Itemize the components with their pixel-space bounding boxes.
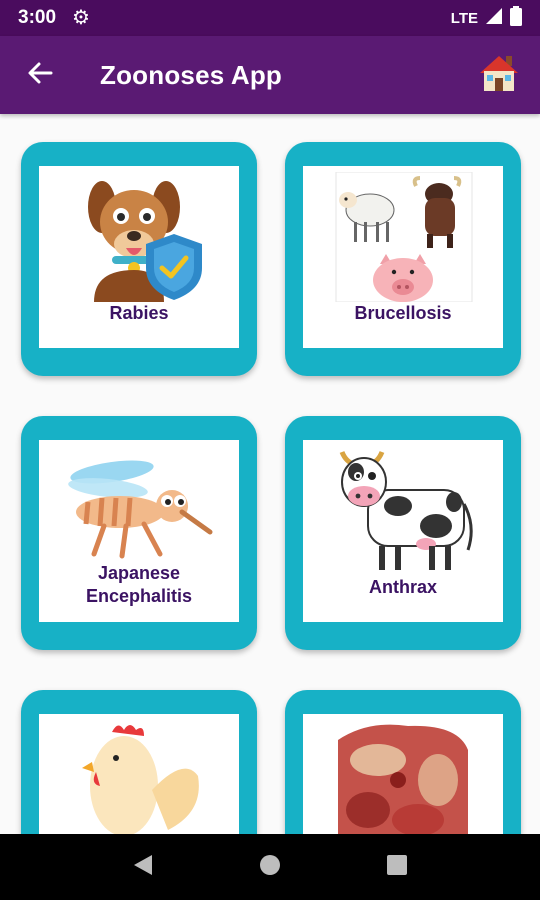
card-label: Anthrax	[368, 577, 437, 597]
card-label: Brucellosis	[354, 303, 452, 323]
status-time: 3:00	[18, 7, 57, 28]
dog-shield-icon	[64, 172, 214, 302]
card-japanese-encephalitis[interactable]: Japanese Encephalitis	[21, 416, 257, 650]
back-button[interactable]	[0, 36, 80, 114]
house-icon	[478, 53, 520, 98]
home-button[interactable]	[476, 52, 522, 98]
card-anthrax[interactable]: Anthrax	[285, 416, 521, 650]
disease-grid: Rabies Brucellosis Japanese Encephalitis…	[0, 114, 540, 834]
status-right: LTE	[450, 5, 522, 31]
app-bar: Zoonoses App	[0, 36, 540, 114]
gear-icon: ⚙	[72, 7, 90, 29]
card-brucellosis[interactable]: Brucellosis	[285, 142, 521, 376]
mosquito-icon	[64, 446, 214, 562]
card-meat[interactable]	[285, 690, 521, 834]
meat-image	[328, 720, 478, 834]
battery-icon	[510, 5, 522, 31]
app-title: Zoonoses App	[100, 59, 282, 90]
nav-recents-button[interactable]	[377, 847, 417, 887]
card-label: Japanese Encephalitis	[85, 563, 193, 607]
livestock-icon	[328, 172, 478, 302]
status-bar: 3:00 ⚙ LTE	[0, 0, 540, 36]
chicken-icon	[64, 720, 214, 834]
signal-icon	[486, 7, 502, 29]
card-inner: Japanese Encephalitis	[39, 440, 239, 622]
card-rabies[interactable]: Rabies	[21, 142, 257, 376]
recents-square-icon	[386, 854, 408, 881]
card-inner: Rabies	[39, 166, 239, 348]
card-inner: Anthrax	[303, 440, 503, 622]
card-inner	[303, 714, 503, 834]
arrow-left-icon	[27, 60, 53, 91]
card-inner	[39, 714, 239, 834]
card-inner: Brucellosis	[303, 166, 503, 348]
card-chicken[interactable]	[21, 690, 257, 834]
nav-back-button[interactable]	[123, 847, 163, 887]
home-circle-icon	[258, 853, 282, 882]
cow-icon	[328, 446, 478, 576]
back-triangle-icon	[132, 853, 154, 882]
nav-home-button[interactable]	[250, 847, 290, 887]
system-nav-bar	[0, 834, 540, 900]
card-label: Rabies	[109, 303, 169, 323]
network-type: LTE	[450, 9, 478, 27]
